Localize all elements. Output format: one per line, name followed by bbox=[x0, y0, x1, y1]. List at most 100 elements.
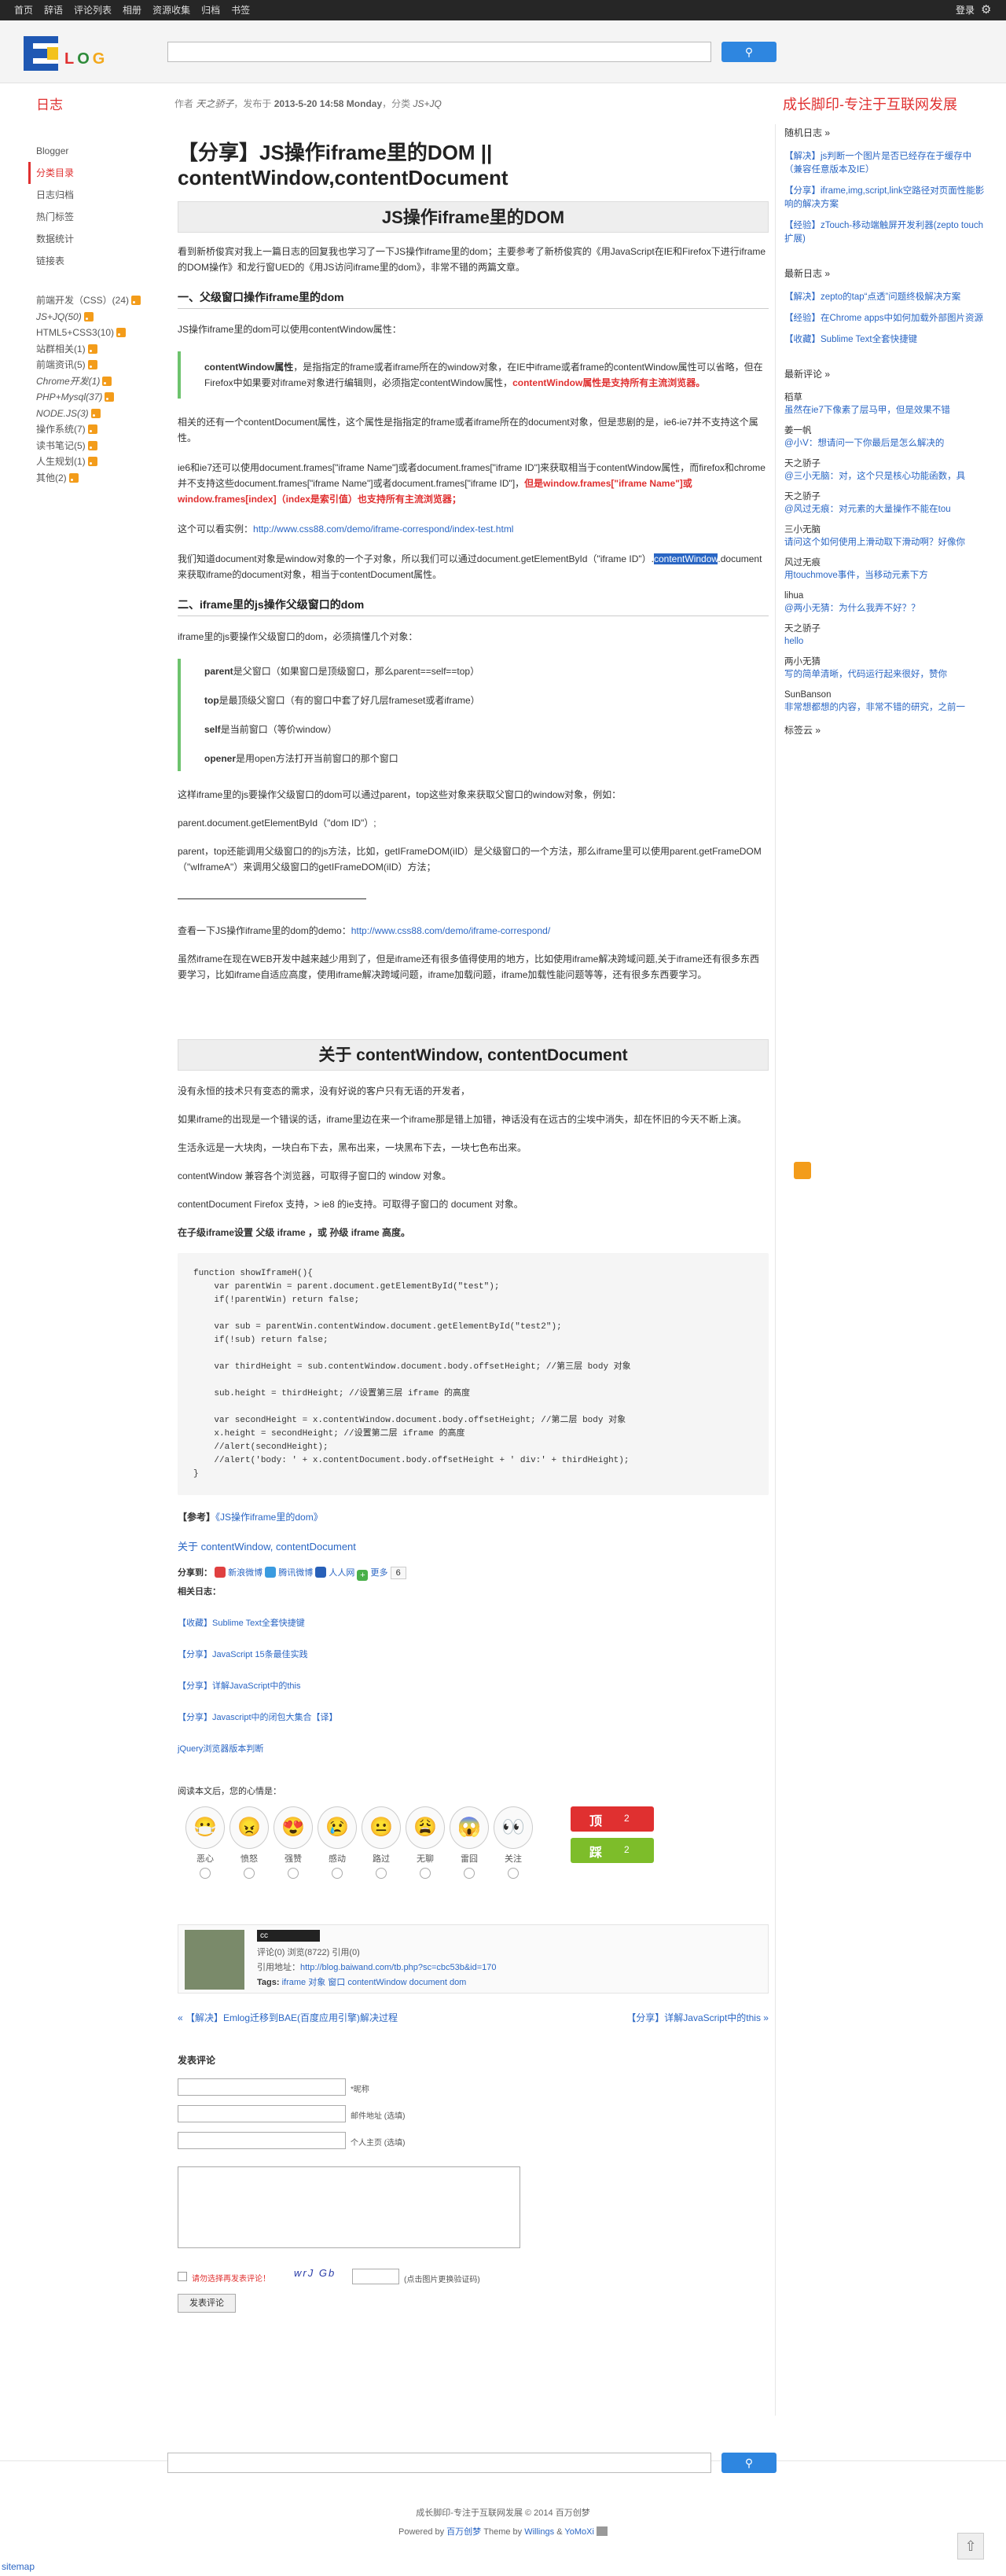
rss-icon[interactable] bbox=[105, 392, 115, 402]
comment-item[interactable]: 天之骄子 @三小无脑：对，这个只是核心功能函数，具 bbox=[784, 458, 987, 483]
mood-item[interactable]: 😢 感动 bbox=[318, 1806, 357, 1879]
rss-icon[interactable] bbox=[102, 376, 112, 386]
top-nav-bookmarks[interactable]: 书签 bbox=[231, 0, 250, 20]
blog-home-link[interactable]: 日志 bbox=[36, 94, 63, 113]
leftnav-categories[interactable]: 分类目录 bbox=[28, 162, 154, 184]
rss-icon[interactable] bbox=[68, 472, 79, 483]
comment-textarea[interactable] bbox=[178, 2166, 520, 2248]
author-avatar[interactable] bbox=[185, 1930, 244, 1990]
search-input[interactable] bbox=[167, 42, 711, 62]
leftnav-archive[interactable]: 日志归档 bbox=[28, 184, 154, 206]
rss-icon[interactable] bbox=[83, 311, 94, 322]
comment-item[interactable]: 风过无痕 用touchmove事件，当移动元素下方 bbox=[784, 557, 987, 582]
email-field[interactable] bbox=[178, 2105, 346, 2122]
mood-item[interactable]: 😷 恶心 bbox=[185, 1806, 225, 1879]
rss-icon[interactable] bbox=[87, 424, 97, 434]
vote-down-button[interactable]: 踩 2 bbox=[571, 1838, 654, 1863]
rss-icon[interactable] bbox=[87, 344, 97, 354]
share-weibo[interactable]: 新浪微博 bbox=[228, 1568, 263, 1578]
post-category[interactable]: JS+JQ bbox=[413, 98, 442, 109]
renren-icon[interactable] bbox=[315, 1567, 327, 1578]
tag-links[interactable]: iframe 对象 窗口 contentWindow document dom bbox=[282, 1978, 467, 1987]
mood-item[interactable]: 😠 愤怒 bbox=[229, 1806, 269, 1879]
related-link[interactable]: 【分享】详解JavaScript中的this bbox=[178, 1681, 300, 1691]
top-nav-resources[interactable]: 资源收集 bbox=[152, 0, 190, 20]
category-item[interactable]: 前端开发（CSS）(24) bbox=[28, 292, 154, 309]
sidebar-link[interactable]: 【分享】iframe,img,script,link空路径对页面性能影响的解决方… bbox=[784, 185, 987, 211]
demo-link[interactable]: http://www.css88.com/demo/iframe-corresp… bbox=[351, 925, 550, 936]
powered-link[interactable]: 百万创梦 bbox=[446, 2527, 481, 2537]
related-link[interactable]: 【收藏】Sublime Text全套快捷键 bbox=[178, 1619, 305, 1628]
comment-item[interactable]: 两小无猜 写的简单清晰，代码运行起来很好，赞你 bbox=[784, 656, 987, 681]
demo-link[interactable]: http://www.css88.com/demo/iframe-corresp… bbox=[253, 524, 513, 535]
share-tencent[interactable]: 腾讯微博 bbox=[278, 1568, 313, 1578]
rss-icon[interactable] bbox=[116, 328, 127, 337]
top-nav-archive[interactable]: 归档 bbox=[201, 0, 220, 20]
category-item[interactable]: 读书笔记(5) bbox=[28, 438, 154, 454]
rss-icon[interactable] bbox=[131, 296, 141, 305]
search-button[interactable]: ⚲ bbox=[721, 42, 777, 62]
cc-license-icon[interactable]: cc bbox=[257, 1930, 320, 1942]
related-link[interactable]: 【分享】Javascript中的闭包大集合【译】 bbox=[178, 1713, 338, 1722]
sidebar-link[interactable]: 【收藏】Sublime Text全套快捷键 bbox=[784, 333, 987, 347]
reference-link[interactable]: 关于 contentWindow, contentDocument bbox=[178, 1541, 356, 1553]
share-more[interactable]: 更多 bbox=[371, 1568, 388, 1578]
top-nav-home[interactable]: 首页 bbox=[14, 0, 33, 20]
top-nav-comments[interactable]: 评论列表 bbox=[74, 0, 112, 20]
prev-post-link[interactable]: « 【解决】Emlog迁移到BAE(百度应用引擎)解决过程 bbox=[178, 2011, 398, 2024]
weibo-icon[interactable] bbox=[215, 1567, 226, 1578]
footer-search-input[interactable] bbox=[167, 2453, 711, 2473]
category-item[interactable]: JS+JQ(50) bbox=[28, 309, 154, 325]
comment-item[interactable]: 三小无脑 请问这个如何使用上滑动取下滑动啊？好像你 bbox=[784, 524, 987, 549]
stats-icon[interactable] bbox=[596, 2526, 608, 2536]
trackback-link[interactable]: http://blog.baiwand.com/tb.php?sc=cbc53b… bbox=[300, 1963, 497, 1972]
category-item[interactable]: 人生规划(1) bbox=[28, 454, 154, 470]
mood-item[interactable]: 😐 路过 bbox=[362, 1806, 401, 1879]
category-item[interactable]: NODE.JS(3) bbox=[28, 406, 154, 422]
leftnav-stats[interactable]: 数据统计 bbox=[28, 228, 154, 250]
category-item[interactable]: 前端资讯(5) bbox=[28, 357, 154, 373]
comment-item[interactable]: lihua @两小无猜：为什么我弄不好？？ bbox=[784, 590, 987, 615]
category-item[interactable]: 站群相关(1) bbox=[28, 341, 154, 358]
captcha-field[interactable] bbox=[352, 2269, 399, 2284]
top-nav-album[interactable]: 相册 bbox=[123, 0, 141, 20]
name-field[interactable] bbox=[178, 2078, 346, 2096]
reference-link[interactable]: 《JS操作iframe里的dom》 bbox=[215, 1512, 323, 1523]
rss-icon[interactable] bbox=[87, 440, 97, 450]
sidebar-link[interactable]: 【解决】zepto的tap“点透”问题终极解决方案 bbox=[784, 291, 987, 304]
leftnav-blogger[interactable]: Blogger bbox=[28, 140, 154, 162]
vote-up-button[interactable]: 顶 2 bbox=[571, 1806, 654, 1832]
footer-search-button[interactable]: ⚲ bbox=[721, 2453, 777, 2473]
share-renren[interactable]: 人人网 bbox=[329, 1568, 354, 1578]
comment-item[interactable]: 天之骄子 hello bbox=[784, 623, 987, 648]
login-link[interactable]: 登录 bbox=[956, 0, 975, 20]
theme-link[interactable]: Willings bbox=[524, 2527, 554, 2537]
comment-item[interactable]: 天之骄子 @风过无痕：对元素的大量操作不能在tou bbox=[784, 491, 987, 516]
captcha-image[interactable]: wrJ Gb bbox=[294, 2267, 336, 2279]
sitemap-link[interactable]: sitemap bbox=[2, 2561, 35, 2572]
rss-icon[interactable] bbox=[90, 408, 101, 418]
submit-comment-button[interactable]: 发表评论 bbox=[178, 2294, 236, 2313]
rss-icon[interactable] bbox=[87, 457, 97, 466]
top-nav-quotes[interactable]: 辞语 bbox=[44, 0, 63, 20]
mood-item[interactable]: 😍 强赞 bbox=[274, 1806, 313, 1879]
sidebar-link[interactable]: 【经验】在Chrome apps中如何加载外部图片资源 bbox=[784, 312, 987, 325]
rss-icon[interactable] bbox=[87, 360, 97, 369]
related-link[interactable]: 【分享】JavaScript 15条最佳实践 bbox=[178, 1650, 308, 1659]
mood-item[interactable]: 😩 无聊 bbox=[406, 1806, 445, 1879]
category-item[interactable]: PHP+Mysql(37) bbox=[28, 389, 154, 406]
plus-icon[interactable]: + bbox=[357, 1570, 369, 1581]
leftnav-links[interactable]: 链接表 bbox=[28, 250, 154, 272]
theme-link[interactable]: YoMoXi bbox=[564, 2527, 594, 2537]
comment-item[interactable]: 稻草 虽然在ie7下像素了层马甲，但是效果不错 bbox=[784, 391, 987, 417]
sidebar-link[interactable]: 【解决】js判断一个图片是否已经存在于缓存中（兼容任意版本及IE） bbox=[784, 150, 987, 177]
comment-item[interactable]: SunBanson 非常想都想的内容，非常不错的研究，之前一 bbox=[784, 689, 987, 714]
category-item[interactable]: 操作系统(7) bbox=[28, 421, 154, 438]
gear-icon[interactable]: ⚙ bbox=[981, 4, 993, 17]
leftnav-tags[interactable]: 热门标签 bbox=[28, 206, 154, 228]
comment-item[interactable]: 姜一帆 @小V：想请问一下你最后是怎么解决的 bbox=[784, 424, 987, 450]
mood-item[interactable]: 😱 雷囧 bbox=[450, 1806, 489, 1879]
site-logo[interactable]: LOG bbox=[24, 36, 134, 80]
related-link[interactable]: jQuery浏览器版本判断 bbox=[178, 1744, 263, 1754]
category-item[interactable]: Chrome开发(1) bbox=[28, 373, 154, 390]
